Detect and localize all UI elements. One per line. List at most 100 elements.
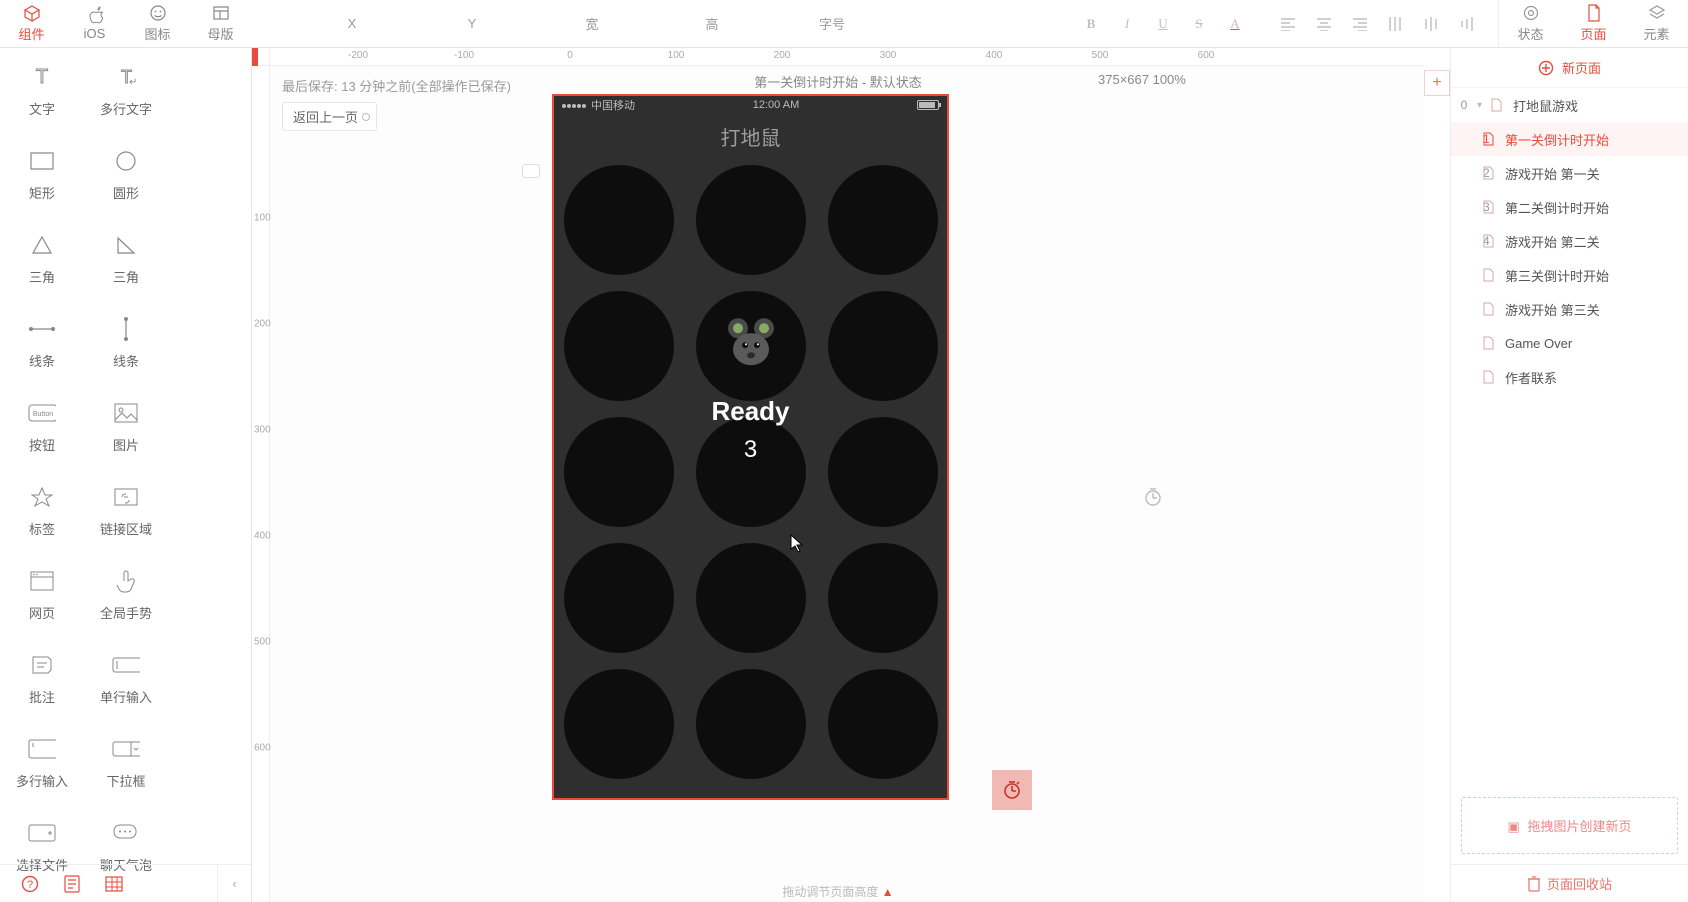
component-textarea[interactable]: 多行输入 xyxy=(0,720,84,804)
component-text[interactable]: T文字 xyxy=(0,48,84,132)
image-icon xyxy=(112,399,140,427)
hole[interactable] xyxy=(696,669,806,779)
grid-icon[interactable] xyxy=(104,874,124,894)
left-bottom-bar: ? ‹ xyxy=(0,864,251,902)
hole[interactable] xyxy=(828,165,938,275)
page-label: 第二关倒计时开始 xyxy=(1505,198,1609,217)
new-page-button[interactable]: 新页面 xyxy=(1451,48,1688,88)
textarea-icon xyxy=(28,735,56,763)
page-row[interactable]: 作者联系 xyxy=(1451,360,1688,394)
hole[interactable] xyxy=(696,165,806,275)
page-file-icon xyxy=(1483,302,1499,316)
hole[interactable] xyxy=(828,417,938,527)
component-button[interactable]: Button按钮 xyxy=(0,384,84,468)
component-gesture[interactable]: 全局手势 xyxy=(84,552,168,636)
component-web[interactable]: 网页 xyxy=(0,552,84,636)
distribute-1-button[interactable] xyxy=(1388,16,1406,32)
component-tri[interactable]: 三角 xyxy=(0,216,84,300)
rect-icon xyxy=(28,147,56,175)
page-label: 游戏开始 第一关 xyxy=(1505,164,1600,183)
underline-button[interactable]: U xyxy=(1154,16,1172,32)
component-palette: T文字T↵多行文字矩形圆形三角三角线条线条Button按钮图片标签链接区域网页全… xyxy=(0,48,252,902)
distribute-3-button[interactable] xyxy=(1460,16,1478,32)
component-line2[interactable]: 线条 xyxy=(84,300,168,384)
component-annot[interactable]: 批注 xyxy=(0,636,84,720)
italic-button[interactable]: I xyxy=(1118,16,1136,32)
component-multitext[interactable]: T↵多行文字 xyxy=(84,48,168,132)
hole[interactable] xyxy=(564,291,674,401)
back-button[interactable]: 返回上一页 xyxy=(282,102,377,131)
align-left-button[interactable] xyxy=(1280,17,1298,31)
hole[interactable] xyxy=(564,165,674,275)
drop-zone[interactable]: ▣ 拖拽图片创建新页 xyxy=(1461,797,1678,854)
timer-chip[interactable] xyxy=(992,770,1032,810)
top-tab-components[interactable]: 组件 xyxy=(0,0,63,47)
align-center-button[interactable] xyxy=(1316,17,1334,31)
ruler-horizontal[interactable]: -200-1000100200300400500600 xyxy=(270,48,1424,66)
page-row[interactable]: 4游戏开始 第二关 xyxy=(1451,224,1688,258)
distribute-2-button[interactable] xyxy=(1424,16,1442,32)
page-row[interactable]: 0▾打地鼠游戏 xyxy=(1451,88,1688,122)
svg-text:T: T xyxy=(36,66,48,88)
text-icon: T xyxy=(28,63,56,91)
hole[interactable] xyxy=(696,417,806,527)
page-icon xyxy=(1585,4,1603,22)
hole[interactable] xyxy=(696,291,806,401)
page-row[interactable]: 1第一关倒计时开始 xyxy=(1451,122,1688,156)
component-line[interactable]: 线条 xyxy=(0,300,84,384)
hole[interactable] xyxy=(564,417,674,527)
help-icon[interactable]: ? xyxy=(20,874,40,894)
hole[interactable] xyxy=(828,291,938,401)
hole[interactable] xyxy=(828,543,938,653)
top-tab-ios[interactable]: iOS xyxy=(63,0,126,47)
timer-float-icon[interactable] xyxy=(1142,486,1164,508)
pages-panel: 新页面 0▾打地鼠游戏1第一关倒计时开始2游戏开始 第一关3第二关倒计时开始4游… xyxy=(1450,48,1688,902)
bold-button[interactable]: B xyxy=(1082,16,1100,32)
component-image[interactable]: 图片 xyxy=(84,384,168,468)
add-page-tab[interactable]: + xyxy=(1424,70,1450,96)
line2-icon xyxy=(112,315,140,343)
collapse-left-button[interactable]: ‹ xyxy=(217,865,251,902)
page-row[interactable]: 2游戏开始 第一关 xyxy=(1451,156,1688,190)
page-row[interactable]: 游戏开始 第三关 xyxy=(1451,292,1688,326)
device-frame[interactable]: 中国移动 12:00 AM 打地鼠 Ready 3 xyxy=(552,94,949,800)
tag-icon xyxy=(28,483,56,511)
page-row[interactable]: 3第二关倒计时开始 xyxy=(1451,190,1688,224)
component-tag[interactable]: 标签 xyxy=(0,468,84,552)
ruler-vertical[interactable]: 100200300400500600 xyxy=(252,66,270,902)
align-right-button[interactable] xyxy=(1352,17,1370,31)
notes-icon[interactable] xyxy=(62,874,82,894)
canvas-area[interactable]: -200-1000100200300400500600 100200300400… xyxy=(252,48,1424,902)
top-tab-icons[interactable]: 图标 xyxy=(126,0,189,47)
strike-button[interactable]: S xyxy=(1190,16,1208,32)
cube-icon xyxy=(23,4,41,22)
annot-icon xyxy=(28,651,56,679)
canvas-zoom-label: 375×667 100% xyxy=(1098,72,1186,87)
component-select[interactable]: 下拉框 xyxy=(84,720,168,804)
hole[interactable] xyxy=(564,543,674,653)
page-row[interactable]: Game Over xyxy=(1451,326,1688,360)
top-tab-masters[interactable]: 母版 xyxy=(189,0,252,47)
ruler-handle[interactable] xyxy=(522,164,540,178)
page-list: 0▾打地鼠游戏1第一关倒计时开始2游戏开始 第一关3第二关倒计时开始4游戏开始 … xyxy=(1451,88,1688,394)
page-row[interactable]: 第三关倒计时开始 xyxy=(1451,258,1688,292)
component-circle[interactable]: 圆形 xyxy=(84,132,168,216)
status-bar: 中国移动 12:00 AM xyxy=(554,96,947,114)
right-tab-page[interactable]: 页面 xyxy=(1562,0,1625,47)
right-tab-element[interactable]: 元素 xyxy=(1625,0,1688,47)
new-page-label: 新页面 xyxy=(1562,58,1601,77)
component-rect[interactable]: 矩形 xyxy=(0,132,84,216)
component-tri2[interactable]: 三角 xyxy=(84,216,168,300)
text-color-button[interactable]: A xyxy=(1226,16,1244,32)
recycle-label: 页面回收站 xyxy=(1547,874,1612,893)
hole[interactable] xyxy=(564,669,674,779)
resize-hint: 拖动调节页面高度 ▲ xyxy=(782,883,893,900)
coord-w: 宽 xyxy=(552,14,632,33)
component-linkarea[interactable]: 链接区域 xyxy=(84,468,168,552)
input-icon xyxy=(112,651,140,679)
hole[interactable] xyxy=(696,543,806,653)
right-tab-state[interactable]: 状态 xyxy=(1499,0,1562,47)
component-input[interactable]: 单行输入 xyxy=(84,636,168,720)
recycle-bin-button[interactable]: 页面回收站 xyxy=(1451,864,1688,902)
hole[interactable] xyxy=(828,669,938,779)
